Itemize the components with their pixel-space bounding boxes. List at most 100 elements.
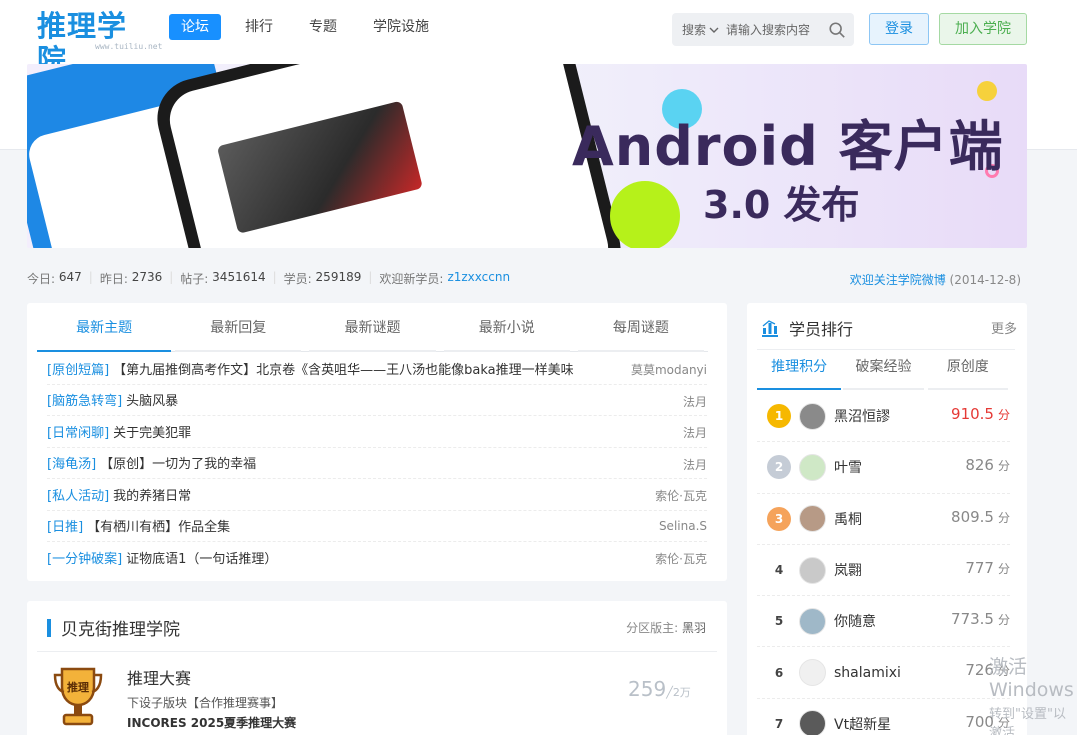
topic-title[interactable]: 【第九届推倒高考作文】北京卷《含英咀华——王八汤也能像baka推理一样美味 (113, 359, 574, 378)
forum-count: 259╱2万 (628, 677, 691, 701)
tab-latest-replies[interactable]: 最新回复 (171, 314, 305, 352)
nav-forum[interactable]: 论坛 (169, 14, 221, 40)
avatar[interactable] (799, 402, 826, 430)
moderator-name[interactable]: 黑羽 (682, 621, 706, 635)
nav-ranking[interactable]: 排行 (233, 14, 285, 40)
table-row: 5 你随意 773.5 分 (757, 596, 1010, 648)
topic-category[interactable]: [私人活动] (47, 485, 109, 504)
tab-reasoning-points[interactable]: 推理积分 (757, 352, 842, 390)
rank-username[interactable]: 岚翾 (834, 560, 862, 580)
search-type-label: 搜索 (682, 23, 707, 37)
forum-topic-count: 259 (628, 677, 667, 701)
topic-title[interactable]: 【有栖川有栖】作品全集 (87, 516, 230, 535)
topic-author[interactable]: 法月 (683, 456, 707, 473)
score-value: 773.5 (951, 610, 994, 629)
chevron-down-icon (709, 27, 719, 33)
newest-member-link[interactable]: z1zxxccnn (447, 270, 510, 287)
search-icon[interactable] (828, 21, 846, 39)
moderator-label: 分区版主: (626, 621, 679, 635)
score-unit: 分 (997, 613, 1010, 628)
tab-originality[interactable]: 原创度 (926, 352, 1010, 390)
score-value: 809.5 (951, 507, 994, 526)
stat-posts: 3451614 (212, 270, 266, 284)
avatar[interactable] (799, 556, 826, 584)
avatar[interactable] (799, 659, 826, 687)
logo-url: www.tuiliu.net (95, 42, 163, 51)
topic-category[interactable]: [日常闲聊] (47, 422, 109, 441)
topic-category[interactable]: [日推] (47, 516, 83, 535)
section-header: 贝克街推理学院 (47, 615, 180, 640)
topic-author[interactable]: 法月 (683, 424, 707, 441)
topic-author[interactable]: 索伦·瓦克 (655, 487, 707, 504)
forum-name[interactable]: 推理大赛 (127, 665, 191, 689)
rank-score: 826 分 (965, 456, 1010, 474)
topic-title[interactable]: 【原创】一切为了我的幸福 (100, 453, 256, 472)
login-button[interactable]: 登录 (869, 13, 929, 45)
search-type-select[interactable]: 搜索 (682, 21, 720, 38)
rank-number: 2 (767, 455, 791, 480)
weibo-link[interactable]: 欢迎关注学院微博 (850, 273, 946, 287)
member-ranking-card: 学员排行 更多 推理积分 破案经验 原创度 1 黑沼恒謬 910.5 分 2 叶雪… (747, 303, 1027, 735)
stat-today-label: 今日: (27, 272, 56, 286)
join-button[interactable]: 加入学院 (939, 13, 1027, 45)
latest-topics-card: 最新主题 最新回复 最新谜题 最新小说 每周谜题 [原创短篇] 【第九届推倒高考… (27, 303, 727, 581)
nav-facilities[interactable]: 学院设施 (361, 14, 441, 40)
topic-title[interactable]: 关于完美犯罪 (113, 422, 191, 441)
rank-username[interactable]: 黑沼恒謬 (834, 406, 890, 426)
score-value: 777 (965, 558, 994, 577)
rank-username[interactable]: 叶雪 (834, 457, 862, 477)
rank-score: 777 分 (965, 559, 1010, 577)
site-logo[interactable]: 推理学院 www.tuiliu.net (37, 9, 162, 77)
list-item: [日推] 【有栖川有栖】作品全集 Selina.S (47, 511, 707, 542)
watermark-line1: 激活 Windows (989, 656, 1074, 701)
topic-author[interactable]: 莫莫modanyi (631, 361, 707, 378)
forum-latest-post[interactable]: INCORES 2025夏季推理大赛 (127, 714, 296, 731)
score-value: 910.5 (951, 405, 994, 423)
trophy-label: 推理 (67, 680, 89, 694)
ranking-more-link[interactable]: 更多 (991, 318, 1017, 337)
rank-username[interactable]: 禹桐 (834, 509, 862, 529)
table-row: 7 Vt超新星 700 分 (757, 699, 1010, 735)
ranking-title: 学员排行 (789, 320, 854, 339)
topic-author[interactable]: 索伦·瓦克 (655, 550, 707, 567)
list-item: [脑筋急转弯] 头脑风暴 法月 (47, 385, 707, 416)
topic-category[interactable]: [海龟汤] (47, 453, 96, 472)
topic-category[interactable]: [原创短篇] (47, 359, 109, 378)
stat-newest-label: 欢迎新学员: (379, 272, 444, 286)
rank-username[interactable]: 你随意 (834, 611, 876, 631)
stat-yesterday: 2736 (131, 270, 163, 284)
topic-author[interactable]: 法月 (683, 393, 707, 410)
topic-category[interactable]: [一分钟破案] (47, 548, 122, 567)
ranking-list: 1 黑沼恒謬 910.5 分 2 叶雪 826 分 3 禹桐 809.5 分 4 岚翾… (757, 391, 1010, 735)
section-title[interactable]: 贝克街推理学院 (61, 615, 180, 640)
table-row: 2 叶雪 826 分 (757, 442, 1010, 494)
topic-title[interactable]: 头脑风暴 (126, 390, 178, 409)
rank-username[interactable]: Vt超新星 (834, 714, 891, 734)
tab-case-experience[interactable]: 破案经验 (841, 352, 925, 390)
tab-weekly-puzzle[interactable]: 每周谜题 (574, 314, 708, 352)
tab-latest-novels[interactable]: 最新小说 (440, 314, 574, 352)
topic-author[interactable]: Selina.S (659, 519, 707, 533)
topic-title[interactable]: 证物底语1（一句话推理） (126, 548, 277, 567)
topic-category[interactable]: [脑筋急转弯] (47, 390, 122, 409)
trophy-icon[interactable]: 推理 (52, 665, 104, 729)
rank-username[interactable]: shalamixi (834, 665, 901, 681)
nav-topics[interactable]: 专题 (297, 14, 349, 40)
avatar[interactable] (799, 607, 826, 635)
avatar[interactable] (799, 505, 826, 533)
score-unit: 分 (997, 459, 1010, 474)
tab-latest-puzzles[interactable]: 最新谜题 (305, 314, 439, 352)
search-input[interactable] (726, 22, 819, 37)
tab-latest-topics[interactable]: 最新主题 (37, 314, 172, 352)
main-nav: 论坛 排行 专题 学院设施 (169, 14, 453, 40)
list-item: [日常闲聊] 关于完美犯罪 法月 (47, 416, 707, 448)
search-box: 搜索 (672, 13, 854, 46)
avatar[interactable] (799, 453, 826, 481)
rank-number: 6 (774, 665, 784, 680)
list-item: [私人活动] 我的养猪日常 索伦·瓦克 (47, 479, 707, 511)
topic-title[interactable]: 我的养猪日常 (113, 485, 191, 504)
ranking-header: 学员排行 (761, 316, 853, 340)
avatar[interactable] (799, 710, 826, 735)
app-banner[interactable]: Android 客户端 3.0 发布 (27, 64, 1027, 248)
section-accent-bar (47, 618, 51, 637)
